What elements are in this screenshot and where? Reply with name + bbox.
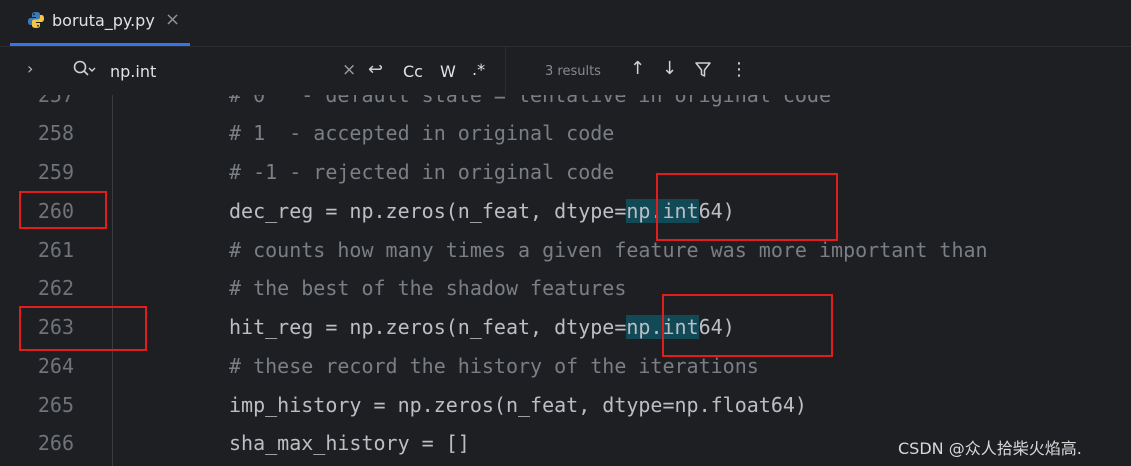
indent-guide — [112, 95, 113, 466]
regex-toggle[interactable]: .* — [472, 60, 485, 79]
code-line[interactable]: imp_history = np.zeros(n_feat, dtype=np.… — [229, 393, 807, 417]
code-text: dec_reg = np.zeros(n_feat, dtype= — [229, 199, 627, 223]
active-tab-indicator — [10, 43, 190, 46]
line-number: 262 — [37, 276, 74, 300]
previous-occurrence-icon[interactable]: ↑ — [630, 58, 645, 79]
more-options-icon[interactable]: ⋮ — [730, 59, 748, 80]
match-case-toggle[interactable]: Cc — [403, 62, 423, 81]
line-number: 265 — [37, 393, 74, 417]
line-number: 264 — [37, 354, 74, 378]
whole-words-toggle[interactable]: W — [440, 62, 456, 81]
code-line[interactable]: # 0 - default state = tentative in origi… — [229, 95, 831, 107]
find-bar-divider — [505, 47, 506, 95]
code-line[interactable]: # counts how many times a given feature … — [229, 238, 988, 262]
code-line[interactable]: # 1 - accepted in original code — [229, 121, 614, 145]
code-line[interactable]: # -1 - rejected in original code — [229, 160, 614, 184]
clear-search-icon[interactable]: × — [342, 60, 356, 80]
line-number: 257 — [37, 95, 74, 107]
annotation-box-line-263 — [19, 306, 147, 351]
tab-title[interactable]: boruta_py.py — [52, 11, 155, 30]
new-line-icon[interactable]: ↩ — [368, 59, 383, 80]
line-number: 258 — [37, 121, 74, 145]
line-number: 259 — [37, 160, 74, 184]
search-history-icon[interactable] — [72, 59, 96, 79]
code-editor[interactable]: 257 # 0 - default state = tentative in o… — [10, 95, 1131, 466]
annotation-box-match-1 — [656, 173, 838, 241]
code-line[interactable]: hit_reg = np.zeros(n_feat, dtype=np.int6… — [229, 315, 735, 339]
find-bar: › × ↩ Cc W .* 3 results ↑ ↓ ⋮ — [10, 47, 1131, 96]
expand-replace-icon[interactable]: › — [27, 59, 33, 78]
editor-tab-bar: boruta_py.py × — [0, 0, 1131, 47]
line-number: 261 — [37, 238, 74, 262]
code-line[interactable]: # these record the history of the iterat… — [229, 354, 759, 378]
code-line[interactable]: sha_max_history = [] — [229, 431, 470, 455]
results-count: 3 results — [545, 64, 601, 79]
python-file-icon — [28, 12, 44, 28]
line-number: 266 — [37, 431, 74, 455]
filter-icon[interactable] — [694, 61, 712, 79]
code-line[interactable]: # the best of the shadow features — [229, 276, 626, 300]
annotation-box-line-260 — [19, 191, 107, 229]
annotation-box-match-2 — [662, 294, 833, 357]
next-occurrence-icon[interactable]: ↓ — [662, 58, 677, 79]
search-input[interactable] — [110, 59, 330, 83]
tab-close-icon[interactable]: × — [165, 9, 180, 30]
code-text: hit_reg = np.zeros(n_feat, dtype= — [229, 315, 627, 339]
watermark: CSDN @众人拾柴火焰高. — [898, 439, 1082, 458]
